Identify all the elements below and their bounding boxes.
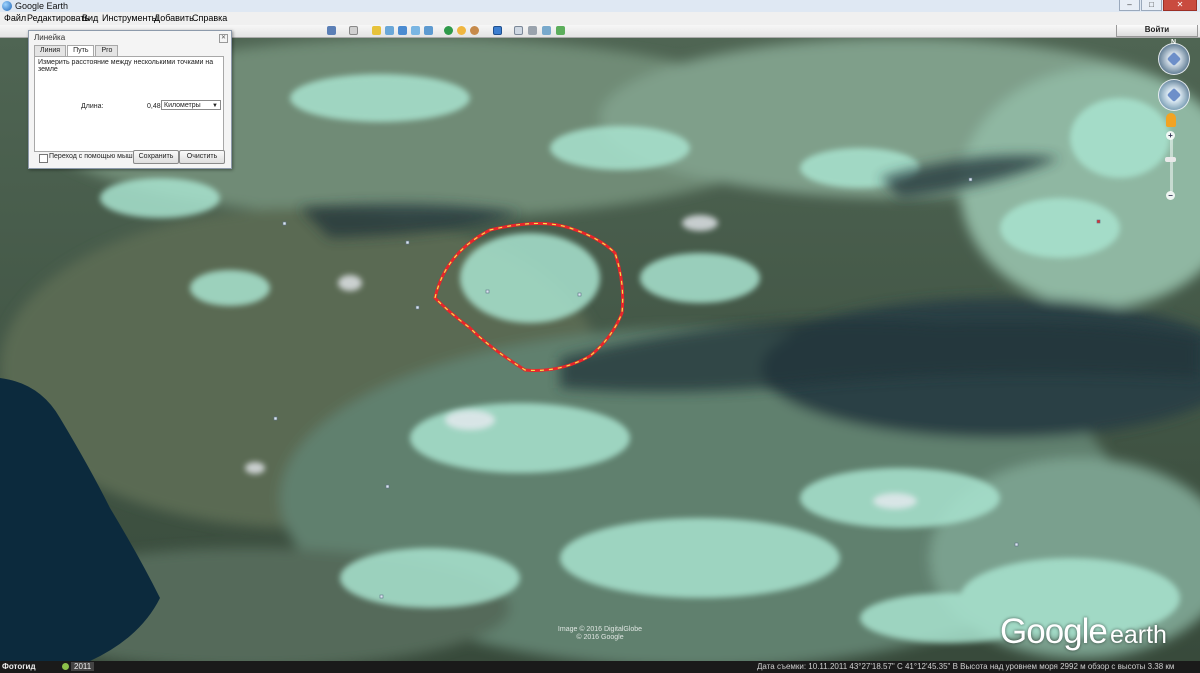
sign-in-button[interactable]: Войти <box>1116 25 1198 37</box>
menu-view[interactable]: Вид <box>82 12 98 25</box>
google-earth-app-icon <box>2 1 12 11</box>
path-icon[interactable] <box>398 26 407 35</box>
ruler-panel: Измерить расстояние между несколькими то… <box>34 56 224 152</box>
save-button[interactable]: Сохранить <box>133 150 179 164</box>
menu-help[interactable]: Справка <box>192 12 227 25</box>
ruler-title: Линейка <box>34 33 66 42</box>
save-image-icon[interactable] <box>542 26 551 35</box>
logo-earth-text: earth <box>1109 621 1167 649</box>
overlay-icon[interactable] <box>411 26 420 35</box>
menu-edit[interactable]: Редактировать <box>27 12 89 25</box>
close-button[interactable]: ✕ <box>1163 0 1197 11</box>
move-joystick-icon <box>1166 87 1182 103</box>
units-select-value: Километры <box>164 102 201 109</box>
mouse-navigation-checkbox[interactable] <box>39 154 48 163</box>
maximize-button[interactable]: □ <box>1141 0 1162 11</box>
logo-google-text: Google <box>1000 612 1108 651</box>
maps-icon[interactable] <box>556 26 565 35</box>
attribution-line-1: Image © 2016 DigitalGlobe <box>557 626 643 633</box>
units-select[interactable]: Километры ▼ <box>161 100 221 110</box>
placemark-icon[interactable] <box>372 26 381 35</box>
menu-add[interactable]: Добавить <box>154 12 194 25</box>
status-bar: Фотогид 2011 Дата съемки: 10.11.2011 43°… <box>0 661 1200 673</box>
minimize-button[interactable]: – <box>1119 0 1140 11</box>
ruler-dialog: Линейка ✕ Линия Путь Pro Измерить рассто… <box>28 30 232 169</box>
ruler-description: Измерить расстояние между несколькими то… <box>38 59 214 73</box>
print-icon[interactable] <box>528 26 537 35</box>
historical-imagery-icon[interactable] <box>444 26 453 35</box>
menu-file[interactable]: Файл <box>4 12 26 25</box>
window-controls: – □ ✕ <box>1118 0 1197 11</box>
photo-tour-button[interactable]: Фотогид <box>2 661 36 673</box>
move-joystick[interactable] <box>1158 79 1190 111</box>
zoom-slider-thumb[interactable] <box>1165 157 1176 162</box>
search-icon[interactable] <box>327 26 336 35</box>
polygon-icon[interactable] <box>385 26 394 35</box>
planets-icon[interactable] <box>470 26 479 35</box>
clear-button[interactable]: Очистить <box>179 150 225 164</box>
ruler-tabs: Линия Путь Pro <box>34 45 119 57</box>
tab-pro[interactable]: Pro <box>95 45 119 56</box>
length-label: Длина: <box>81 103 104 110</box>
sidebar-icon[interactable] <box>349 26 358 35</box>
zoom-out-button[interactable]: − <box>1166 191 1175 200</box>
look-joystick-icon <box>1166 51 1182 67</box>
compass-ring[interactable] <box>1158 43 1190 75</box>
ruler-icon[interactable] <box>493 26 502 35</box>
sunlight-icon[interactable] <box>457 26 466 35</box>
navigation-controls: N + − <box>1151 39 1195 211</box>
length-value: 0,48 <box>147 103 161 110</box>
window-title: Google Earth <box>15 1 69 11</box>
mouse-navigation-label: Переход с помощью мыши <box>49 153 137 160</box>
tour-icon[interactable] <box>424 26 433 35</box>
status-coordinates-text: Дата съемки: 10.11.2011 43°27'18.57" С 4… <box>757 662 1175 671</box>
historical-imagery-clock-icon[interactable] <box>62 663 69 670</box>
google-earth-logo: Google earth <box>1000 612 1167 652</box>
tab-line[interactable]: Линия <box>34 45 67 56</box>
zoom-slider-track[interactable] <box>1170 137 1173 192</box>
email-icon[interactable] <box>514 26 523 35</box>
attribution-line-2: © 2016 Google <box>576 634 624 641</box>
imagery-attribution: Image © 2016 DigitalGlobe © 2016 Google <box>550 626 650 642</box>
ruler-close-button[interactable]: ✕ <box>219 34 228 43</box>
compass-north-label: N <box>1171 39 1177 46</box>
street-view-pegman-icon[interactable] <box>1166 113 1176 127</box>
chevron-down-icon: ▼ <box>212 103 218 109</box>
menu-tools[interactable]: Инструменты <box>102 12 158 25</box>
menu-bar: Файл Редактировать Вид Инструменты Добав… <box>0 12 1200 26</box>
imagery-year-badge[interactable]: 2011 <box>71 662 95 671</box>
